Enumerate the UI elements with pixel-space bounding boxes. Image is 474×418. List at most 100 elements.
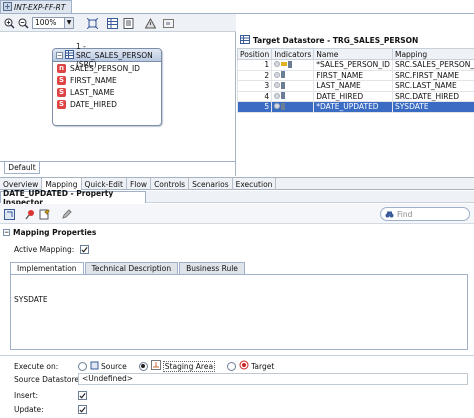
property-inspector-tab[interactable]: DATE_UPDATED - Property Inspector: [0, 189, 146, 207]
property-inspector-header: DATE_UPDATED - Property Inspector: [0, 189, 474, 207]
column-header-name[interactable]: Name: [313, 48, 393, 60]
name-cell: DATE_HIRED: [313, 90, 393, 102]
column-name: SALES_PERSON_ID: [70, 63, 140, 73]
expression-text: SYSDATE: [14, 295, 48, 304]
position-cell: 3: [236, 80, 273, 92]
table-row[interactable]: 3 LAST_NAME SRC.LAST_NAME: [236, 80, 474, 92]
properties-button[interactable]: [122, 17, 134, 29]
mapping-sub-tabs: Implementation Technical Description Bus…: [10, 262, 246, 274]
insert-row: Insert:: [14, 391, 87, 400]
entity-column[interactable]: S LAST_NAME: [53, 86, 161, 98]
active-mapping-checkbox[interactable]: [80, 245, 90, 254]
key-indicator-icon: [274, 60, 293, 68]
table-row-selected[interactable]: 5 *DATE_UPDATED SYSDATE: [236, 101, 474, 113]
editor-tab[interactable]: INT-EXP-FF-RT: [0, 0, 72, 13]
binoculars-icon: [385, 211, 394, 217]
zoom-out-button[interactable]: [17, 17, 29, 29]
source-datastore-row: Source Datastore:: [14, 375, 82, 384]
collapse-icon[interactable]: −: [3, 229, 10, 236]
update-checkbox[interactable]: [78, 405, 87, 414]
target-datastore-title: Target Datastore - TRG_SALES_PERSON: [237, 34, 418, 46]
table-row[interactable]: 1 *SALES_PERSON_ID SRC.SALES_PERSON_ID: [236, 59, 474, 71]
string-type-icon: S: [57, 99, 66, 109]
name-cell: *SALES_PERSON_ID: [313, 59, 393, 71]
zoom-in-icon: [4, 18, 15, 29]
checkmark-icon: [79, 392, 86, 399]
source-datastore-field[interactable]: <Undefined>: [78, 373, 468, 385]
column-indicator-icon: [274, 92, 286, 100]
collapse-icon[interactable]: −: [56, 51, 63, 59]
divider: [0, 355, 474, 356]
pin-button[interactable]: [24, 208, 36, 220]
execute-on-label: Execute on:: [14, 361, 59, 371]
target-radio[interactable]: [227, 361, 237, 371]
tab-technical-description[interactable]: Technical Description: [84, 262, 179, 274]
insert-label: Insert:: [14, 391, 39, 400]
fit-icon: [86, 17, 98, 29]
column-name: LAST_NAME: [70, 87, 115, 97]
column-indicator-icon: [274, 81, 286, 89]
number-type-icon: n: [57, 63, 66, 73]
pin-view-button[interactable]: [3, 208, 15, 220]
string-type-icon: S: [57, 87, 66, 97]
table-row[interactable]: 4 DATE_HIRED SRC.DATE_HIRED: [236, 90, 474, 102]
warning-icon: [144, 17, 156, 28]
position-cell: 5: [236, 101, 273, 113]
tab-execution[interactable]: Execution: [233, 178, 277, 190]
insert-checkbox[interactable]: [78, 391, 87, 400]
staging-area-radio[interactable]: [138, 361, 148, 371]
zoom-select[interactable]: 100% ▼: [32, 17, 74, 29]
source-datastore-label: Source Datastore:: [14, 375, 82, 384]
column-header-position[interactable]: Position: [236, 48, 273, 60]
mapping-cell: SRC.FIRST_NAME: [391, 69, 474, 81]
expression-editor-button[interactable]: [60, 208, 72, 220]
entity-header[interactable]: − 1 - SRC_SALES_PERSON (SRC): [53, 42, 161, 69]
tab-business-rule[interactable]: Business Rule: [179, 262, 245, 274]
table-view-button[interactable]: [106, 17, 118, 29]
target-mapping-table: Position Indicators Name Mapping 1 *SALE…: [236, 48, 474, 113]
pushpin-icon: [24, 209, 34, 219]
column-header-mapping[interactable]: Mapping: [391, 48, 474, 60]
thumbnail-button[interactable]: [162, 17, 174, 29]
zoom-in-button[interactable]: [3, 17, 15, 29]
source-label: Source: [101, 361, 127, 371]
column-name: FIRST_NAME: [70, 75, 117, 85]
interface-icon: [3, 1, 12, 13]
tab-implementation[interactable]: Implementation: [10, 262, 84, 274]
staging-area-icon: [150, 360, 161, 372]
entity-column[interactable]: S DATE_HIRED: [53, 98, 161, 110]
diagram-toolbar: 100% ▼: [0, 14, 236, 32]
editor-tab-label: INT-EXP-FF-RT: [14, 2, 66, 12]
target-label: Target: [251, 361, 275, 371]
source-icon: [90, 361, 99, 372]
tab-controls[interactable]: Controls: [151, 178, 190, 190]
column-indicator-icon: [274, 102, 286, 110]
execute-on-row: Execute on: Source Staging Area Target: [14, 360, 274, 372]
target-icon: [239, 360, 249, 372]
position-cell: 1: [236, 59, 273, 71]
zoom-value: 100%: [35, 18, 57, 27]
mapping-cell: SRC.DATE_HIRED: [391, 90, 474, 102]
source-radio[interactable]: [78, 361, 87, 371]
column-header-indicators[interactable]: Indicators: [271, 48, 315, 60]
edit-properties-button[interactable]: [38, 208, 50, 220]
source-datastore-entity[interactable]: − 1 - SRC_SALES_PERSON (SRC) n SALES_PER…: [52, 42, 162, 126]
zoom-out-icon: [18, 18, 29, 29]
staging-area-label: Staging Area: [162, 360, 216, 372]
mapping-expression-editor[interactable]: SYSDATE: [10, 274, 468, 350]
indicators-cell: [271, 90, 315, 102]
tab-default[interactable]: Default: [4, 162, 40, 174]
entity-column[interactable]: S FIRST_NAME: [53, 74, 161, 86]
target-title-text: Target Datastore - TRG_SALES_PERSON: [253, 35, 419, 45]
find-input[interactable]: Find: [380, 207, 470, 221]
fit-to-window-button[interactable]: [86, 17, 98, 29]
indicators-cell: [271, 80, 315, 92]
target-datastore-pane: Target Datastore - TRG_SALES_PERSON Posi…: [236, 14, 474, 176]
tab-scenarios[interactable]: Scenarios: [189, 178, 233, 190]
warning-button[interactable]: [144, 17, 156, 29]
table-row[interactable]: 2 FIRST_NAME SRC.FIRST_NAME: [236, 69, 474, 81]
mapping-properties-section[interactable]: − Mapping Properties: [3, 228, 96, 237]
mapping-cell: SRC.SALES_PERSON_ID: [391, 59, 474, 71]
property-inspector-toolbar: Find: [0, 204, 474, 224]
indicators-cell: [271, 101, 315, 113]
